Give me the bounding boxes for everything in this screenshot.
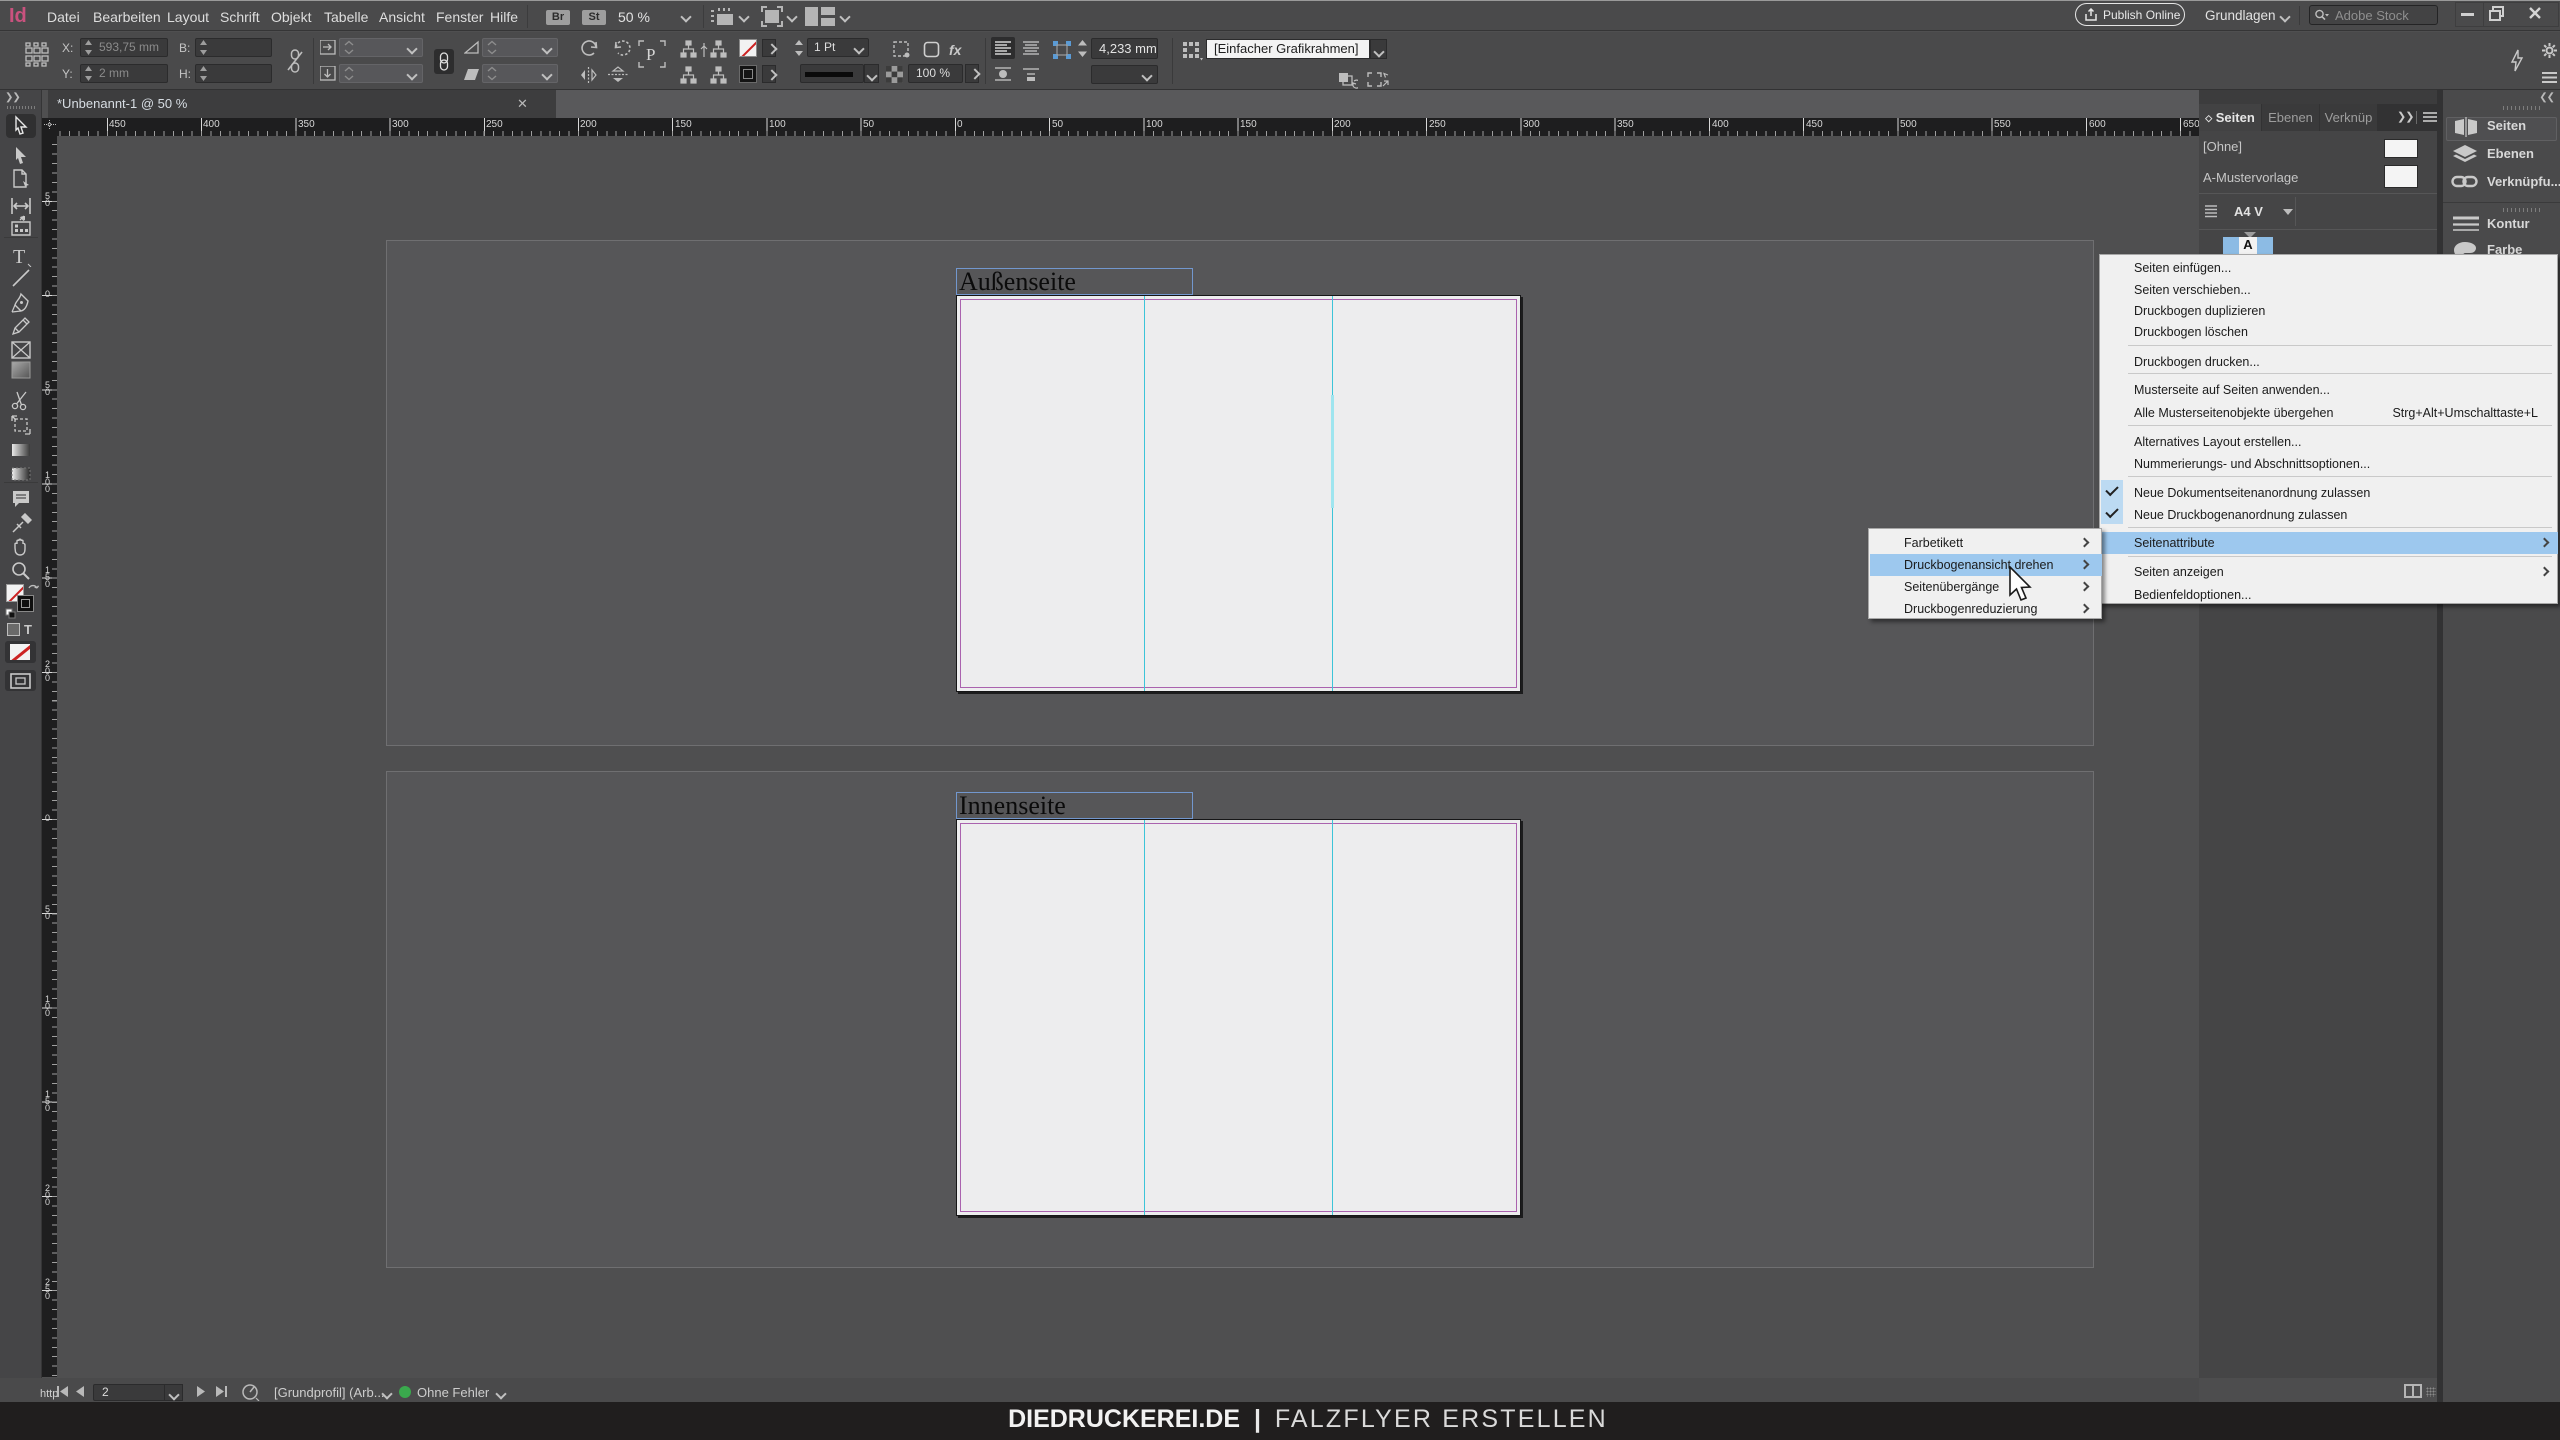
svg-text:T: T: [13, 246, 25, 267]
svg-text:P: P: [646, 45, 655, 64]
